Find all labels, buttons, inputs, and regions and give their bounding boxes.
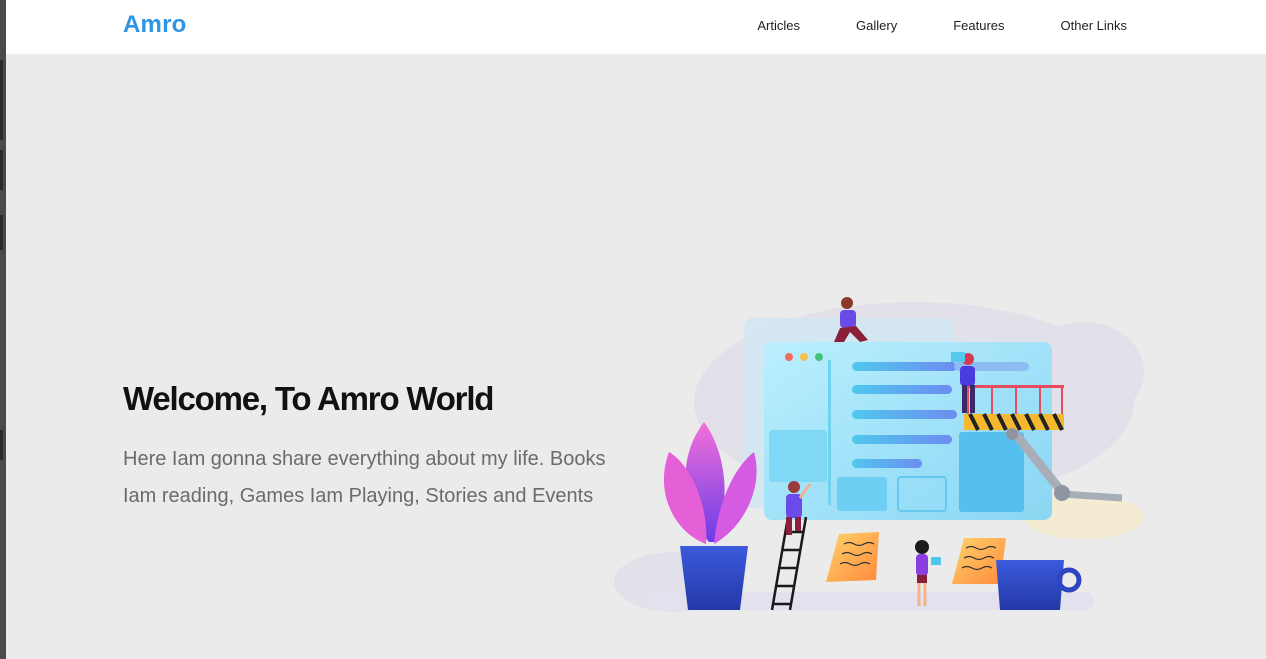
edge-mark [0, 430, 3, 460]
sticky-note-left [826, 532, 879, 582]
edge-mark [0, 150, 3, 190]
page: Amro Articles Gallery Features Other Lin… [6, 0, 1266, 659]
nav-links: Articles Gallery Features Other Links [701, 18, 1127, 33]
nav-link-features[interactable]: Features [953, 18, 1004, 33]
hero-description: Here Iam gonna share everything about my… [123, 448, 606, 507]
nav-link-other-links[interactable]: Other Links [1061, 18, 1127, 33]
site-logo[interactable]: Amro [123, 11, 186, 39]
hero-illustration [614, 297, 1144, 612]
nav-link-gallery[interactable]: Gallery [856, 18, 897, 33]
nav-link-articles[interactable]: Articles [757, 18, 800, 33]
hero-title: Welcome, To Amro World [123, 380, 494, 417]
navbar: Amro Articles Gallery Features Other Lin… [6, 0, 1266, 54]
edge-mark [0, 215, 3, 250]
edge-mark [0, 60, 3, 140]
